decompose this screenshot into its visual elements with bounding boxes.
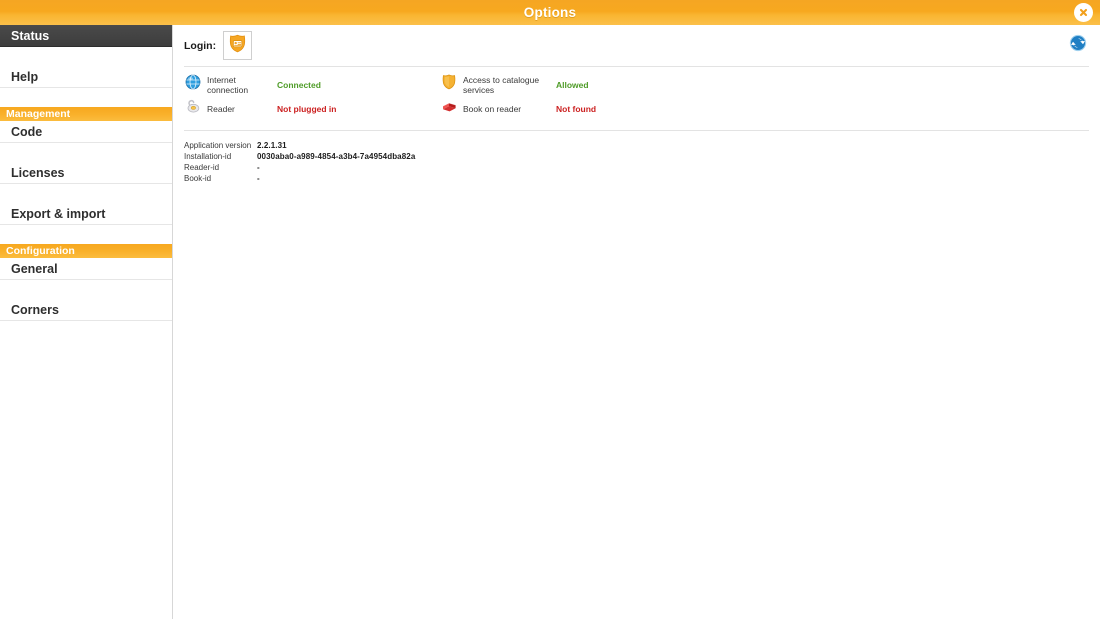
info-value: 0030aba0-a989-4854-a3b4-7a4954dba82a [257,152,416,161]
book-icon [440,100,457,117]
sidebar-item-label: General [11,261,58,276]
login-row: Login: [173,25,1100,66]
content-panel: Login: Internet connection Connected Acc… [173,25,1100,619]
sidebar-item-label: Help [11,69,39,84]
sidebar-item-label: Configuration [6,245,75,257]
status-row: Internet connection Connected Access to c… [184,75,1100,95]
status-item-right: Access to catalogue services [440,75,556,95]
reader-icon [184,98,201,119]
info-row: Installation-id 0030aba0-a989-4854-a3b4-7… [184,151,1100,162]
sidebar-nav: Status Help Management Code Licenses Export &… [0,25,172,340]
info-row: Reader-id - [184,162,1100,173]
globe-icon [185,74,201,95]
info-key: Book-id [184,174,212,183]
status-item-right: Book on reader [440,100,556,117]
info-value: - [257,174,260,183]
status-label: Internet connection [207,74,249,95]
info-value: - [257,163,260,172]
login-avatar-button[interactable] [223,31,253,60]
sidebar-section-configuration: Configuration [0,244,172,258]
login-shield-card-icon [228,34,247,58]
globe-icon [184,74,201,95]
status-value: Not plugged in [277,103,337,114]
status-item-left: Reader [184,98,277,119]
sidebar-item-label: Code [11,124,43,139]
sidebar-item-help[interactable]: Help [0,66,172,88]
status-grid: Internet connection Connected Access to c… [173,67,1100,130]
title-bar: Options [0,0,1100,25]
status-value: Not found [556,103,597,114]
status-label: Reader [207,103,235,114]
info-row: Application version 2.2.1.31 [184,140,1100,151]
sidebar-item-code[interactable]: Code [0,121,172,143]
sidebar-item-status[interactable]: Status [0,25,172,47]
reader-icon [185,98,201,119]
close-icon [1077,6,1090,19]
sidebar-item-label: Export & import [11,206,106,221]
login-label: Login: [184,39,217,52]
refresh-button[interactable] [1068,33,1088,53]
options-window: Options Status Help Management Code Licenses… [0,0,1100,619]
info-key: Application version [184,141,252,150]
close-button[interactable] [1074,3,1093,22]
status-value: Allowed [556,79,589,90]
sidebar-item-label: Corners [11,302,59,317]
sidebar-item-label: Status [11,28,50,43]
info-key: Installation-id [184,152,232,161]
shield-icon [441,74,457,95]
book-icon [441,98,457,119]
sidebar-item-general[interactable]: General [0,258,172,280]
sidebar: Status Help Management Code Licenses Export &… [0,25,173,619]
refresh-icon [1068,34,1088,57]
info-value: 2.2.1.31 [257,141,287,150]
info-key: Reader-id [184,163,220,172]
status-item-left: Internet connection [184,75,277,95]
sidebar-section-management: Management [0,107,172,121]
window-title: Options [523,5,577,20]
status-label: Book on reader [463,103,522,114]
sidebar-item-label: Licenses [11,165,65,180]
sidebar-item-label: Management [6,108,71,120]
shield-icon [440,74,457,95]
status-value: Connected [277,79,321,90]
sidebar-item-licenses[interactable]: Licenses [0,162,172,184]
sidebar-item-corners[interactable]: Corners [0,299,172,321]
info-row: Book-id - [184,173,1100,184]
status-label: Access to catalogue services [463,74,540,95]
info-table: Application version 2.2.1.31 Installation-… [173,131,1100,184]
status-row: Reader Not plugged in Book on reader Not f… [184,99,1100,118]
sidebar-item-export-import[interactable]: Export & import [0,203,172,225]
